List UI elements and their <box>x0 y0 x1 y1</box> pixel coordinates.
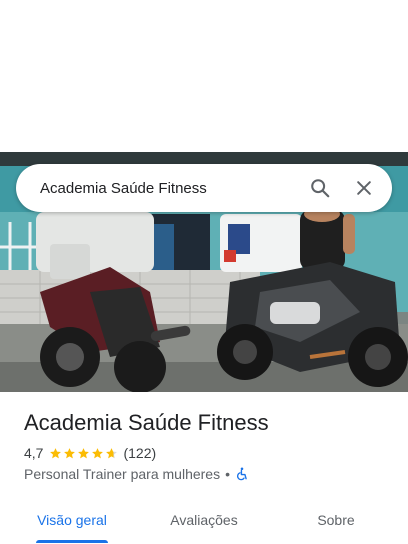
place-title: Academia Saúde Fitness <box>24 410 269 435</box>
review-count[interactable]: (122) <box>123 445 156 461</box>
close-icon <box>357 181 371 195</box>
place-info-panel: Academia Saúde Fitness 4,7 (122) Persona… <box>0 392 408 544</box>
tab-avaliacoes[interactable]: Avaliações <box>152 496 256 544</box>
tab-sobre[interactable]: Sobre <box>296 496 376 544</box>
search-bar[interactable]: Academia Saúde Fitness <box>16 164 392 212</box>
place-category[interactable]: Personal Trainer para mulheres <box>24 466 220 482</box>
separator: • <box>225 466 231 482</box>
star-icon <box>50 447 62 458</box>
tab-visao-geral[interactable]: Visão geral <box>24 496 120 544</box>
category-row: Personal Trainer para mulheres • <box>24 466 249 482</box>
tab-bar: Visão geral Avaliações Sobre <box>0 496 408 544</box>
close-button[interactable] <box>342 166 386 210</box>
blank-map-area <box>0 0 408 152</box>
wheelchair-icon[interactable] <box>235 466 249 482</box>
rating-value: 4,7 <box>24 445 44 461</box>
star-icon <box>78 447 90 458</box>
search-icon <box>311 179 330 198</box>
rating-stars <box>49 447 119 460</box>
search-button[interactable] <box>298 166 342 210</box>
star-icon <box>92 447 104 458</box>
search-input[interactable]: Academia Saúde Fitness <box>16 180 298 197</box>
star-icon <box>64 447 76 458</box>
rating-row[interactable]: 4,7 (122) <box>24 445 156 461</box>
star-icon <box>106 447 118 458</box>
active-tab-indicator <box>36 540 108 543</box>
